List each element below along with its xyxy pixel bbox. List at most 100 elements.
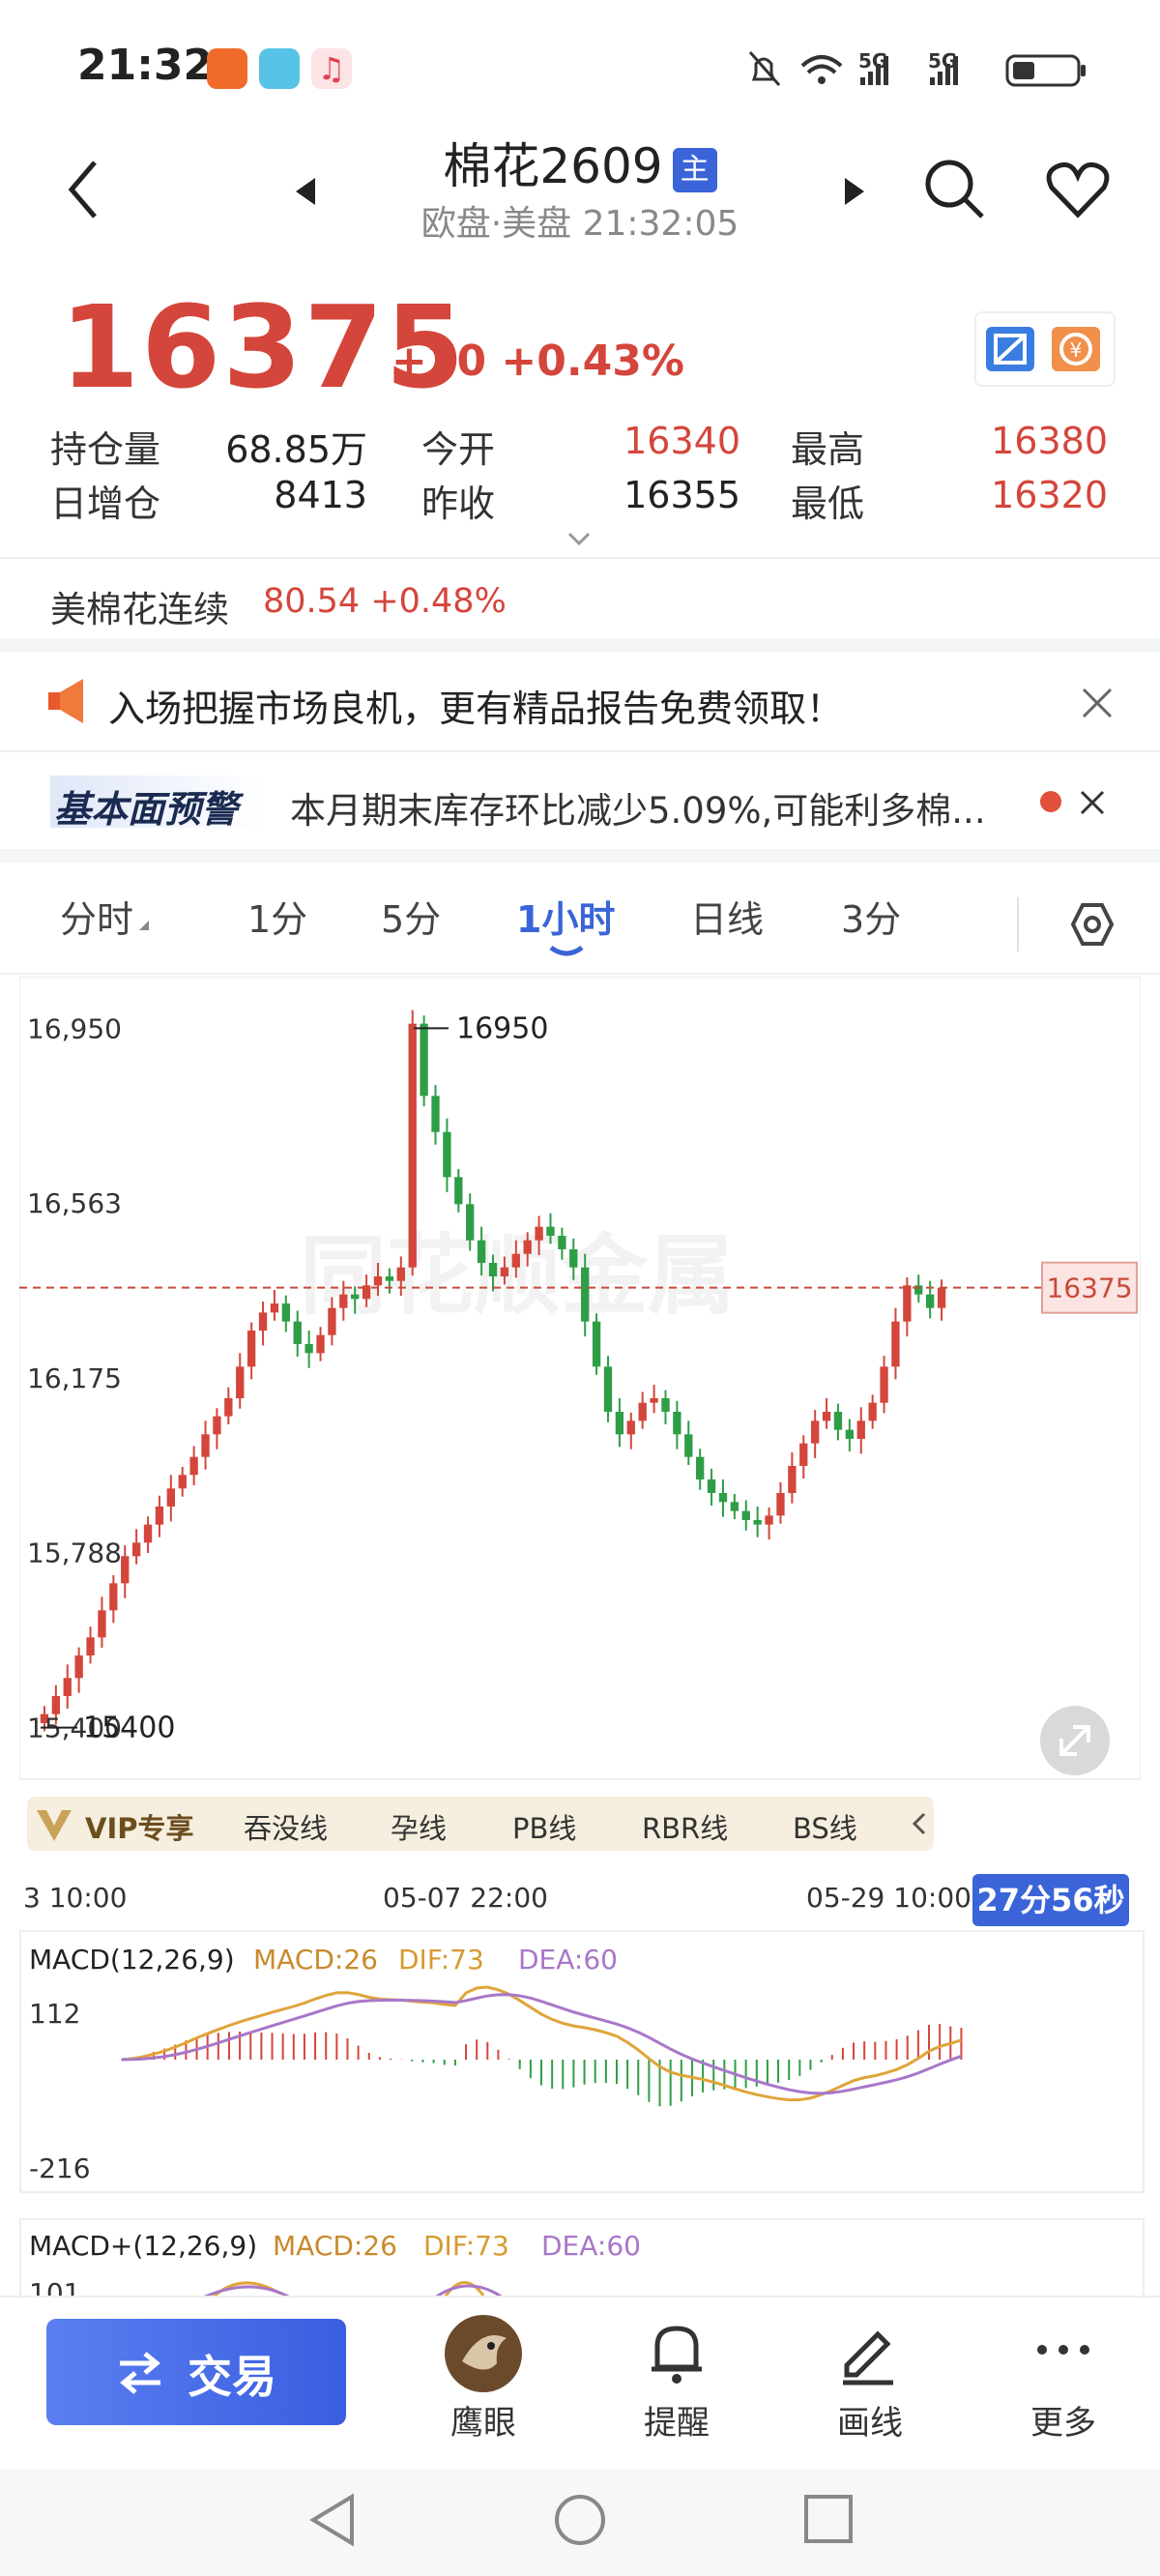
system-back-icon[interactable]	[305, 2491, 360, 2549]
candle-body	[891, 1321, 900, 1367]
swap-arrows-icon	[120, 2352, 160, 2394]
candle-body	[661, 1398, 670, 1412]
y-axis-tick: 16,950	[27, 1012, 122, 1044]
close-banner-icon[interactable]	[1081, 687, 1114, 719]
expand-chevron-icon[interactable]	[566, 530, 592, 547]
mute-icon	[748, 51, 781, 86]
quote-header: 棉花2609 主 欧盘·美盘 21:32:05	[0, 116, 1160, 261]
candle-body	[270, 1303, 279, 1313]
bell-icon[interactable]	[648, 2321, 706, 2388]
indicator-chip[interactable]: 吞没线	[244, 1806, 328, 1847]
stat-value: 16380	[991, 420, 1108, 462]
stat-value: 16320	[991, 474, 1108, 516]
candle-body	[615, 1412, 624, 1435]
candle-body	[730, 1502, 740, 1511]
signal1-label: 5G	[858, 49, 887, 73]
candle-body	[592, 1321, 601, 1367]
candle-body	[213, 1416, 221, 1435]
macd-axis-bottom: -216	[29, 2152, 91, 2184]
candle-body	[224, 1398, 233, 1417]
fullscreen-button	[1040, 1706, 1110, 1775]
chart-settings-icon[interactable]	[1069, 901, 1116, 948]
nav-reminder[interactable]: 提醒	[609, 2396, 744, 2444]
battery-icon	[1005, 54, 1086, 87]
tab-intraday[interactable]: 分时	[60, 890, 133, 943]
nav-eagle-eye[interactable]: 鹰眼	[416, 2396, 551, 2444]
y-axis-tick: 15,788	[27, 1537, 122, 1569]
stat-value: 68.85万	[225, 428, 367, 471]
candle-body	[109, 1583, 118, 1611]
candle-body	[799, 1443, 808, 1466]
candle-body	[500, 1267, 509, 1276]
candle-body	[373, 1276, 383, 1286]
indicator-chip[interactable]: 孕线	[391, 1806, 447, 1847]
signal2-label: 5G	[928, 49, 957, 73]
candlestick-chart[interactable]: 同花顺金属 16,95016,56316,17515,78815,400 163…	[19, 977, 1141, 1789]
section-gap	[0, 638, 1160, 652]
candle-body	[477, 1240, 486, 1263]
more-dots-icon[interactable]	[1034, 2340, 1092, 2359]
eagle-eye-icon[interactable]	[443, 2313, 524, 2394]
tab-1min[interactable]: 1分	[247, 890, 307, 943]
candle-body	[546, 1226, 555, 1236]
price-alert-coin-icon[interactable]: ¥	[1050, 325, 1102, 373]
candle-body	[650, 1398, 658, 1403]
trade-button[interactable]: 交易	[46, 2319, 346, 2425]
draw-line-pencil-icon[interactable]	[837, 2321, 899, 2388]
candle-body	[201, 1434, 210, 1457]
stat-value: 16355	[624, 474, 740, 516]
candle-body	[98, 1610, 106, 1638]
indicator-chip[interactable]: BS线	[793, 1806, 857, 1847]
tab-5min[interactable]: 5分	[381, 890, 441, 943]
related-contract-name[interactable]: 美棉花连续	[50, 580, 229, 632]
trade-label: 交易	[188, 2351, 276, 2403]
candle-body	[937, 1287, 946, 1308]
search-icon[interactable]	[920, 155, 988, 222]
x-axis-tick: 05-07 22:00	[383, 1882, 548, 1914]
system-recents-icon[interactable]	[802, 2493, 856, 2547]
candle-body	[466, 1204, 475, 1241]
candle-body	[420, 1023, 428, 1097]
nav-more[interactable]: 更多	[996, 2396, 1131, 2444]
macd-title: MACD(12,26,9)	[29, 1944, 235, 1976]
close-alert-icon[interactable]	[1079, 789, 1106, 816]
tab-daily[interactable]: 日线	[690, 890, 764, 943]
stat-value: 8413	[274, 474, 367, 516]
candle-body	[638, 1402, 647, 1421]
music-app-icon: ♫	[311, 48, 352, 89]
high-marker-label: 16950	[456, 1011, 548, 1045]
candle-body	[443, 1131, 451, 1178]
candle-body	[155, 1507, 164, 1525]
candle-body	[811, 1420, 820, 1444]
tab-1hour[interactable]: 1小时	[516, 890, 615, 943]
nav-draw-line[interactable]: 画线	[802, 2396, 938, 2444]
candle-body	[454, 1177, 463, 1205]
macd-plus-dea: DEA:60	[541, 2230, 641, 2262]
tab-3min[interactable]: 3分	[841, 890, 901, 943]
stat-label: 日增仓	[50, 483, 161, 525]
app-notification-icon	[207, 48, 247, 89]
favorite-heart-icon[interactable]	[1044, 159, 1112, 220]
candle-body	[131, 1542, 141, 1557]
macd-axis-top: 112	[29, 1998, 81, 2030]
candle-body	[603, 1366, 613, 1412]
chips-collapse-icon[interactable]	[911, 1810, 928, 1837]
indicator-chip[interactable]: RBR线	[642, 1806, 728, 1847]
active-tab-indicator	[549, 945, 584, 956]
chart-frame	[19, 977, 1141, 1780]
candle-body	[316, 1334, 325, 1354]
fundamental-alert-text[interactable]: 本月期末库存环比减少5.09%,可能利多棉...	[290, 781, 986, 834]
contract-name: 棉花2609	[443, 138, 663, 194]
chart-watermark: 同花顺金属	[300, 1225, 735, 1327]
candle-body	[121, 1556, 130, 1584]
promo-banner-text[interactable]: 入场把握市场良机，更有精品报告免费领取！	[108, 679, 843, 732]
system-home-icon[interactable]	[551, 2491, 609, 2549]
divider	[0, 973, 1160, 975]
x-axis-tick: 05-29 10:00	[806, 1882, 972, 1914]
stat-label: 今开	[421, 428, 496, 471]
candle-body	[753, 1520, 762, 1525]
next-contract-icon[interactable]	[843, 176, 866, 207]
indicator-chip[interactable]: PB线	[512, 1806, 576, 1847]
compare-icon[interactable]	[984, 325, 1036, 373]
main-contract-badge: 主	[672, 147, 717, 192]
